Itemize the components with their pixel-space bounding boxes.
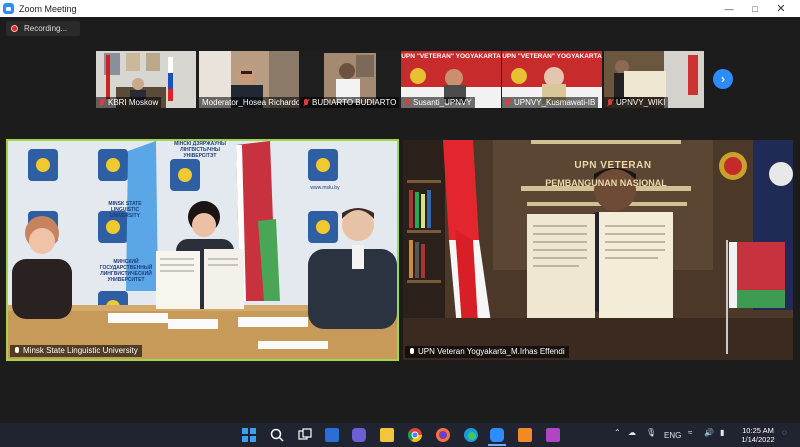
thumbnail-name-tag: UPNVY_WIKI: [604, 97, 669, 108]
video-thumbnail[interactable]: UPN "VETERAN" YOGYAKARTA Susanti_UPNVY: [401, 51, 501, 108]
clock-time: 10:25 AM: [742, 426, 774, 435]
thumbnail-name-tag: BUDIARTO BUDIARTO: [300, 97, 400, 108]
backdrop-text: www.mslu.by: [298, 185, 352, 191]
thumbnail-name-tag: Moderator_Hosea Richardo: [199, 97, 299, 108]
recording-label: Recording...: [24, 24, 68, 33]
backdrop-line: UPN VETERAN: [574, 160, 652, 171]
widgets-icon[interactable]: [325, 428, 339, 442]
purple-app-icon[interactable]: [546, 428, 560, 442]
mic-icon: [409, 348, 415, 356]
backdrop-line: МІНСКІ ДЗЯРЖАЎНЫ ЛІНГВІСТЫЧНЫ УНІВЕРСІТЭ…: [174, 141, 226, 159]
mic-muted-icon: [404, 98, 410, 107]
title-bar: Zoom Meeting — □ ✕: [0, 0, 800, 17]
thumbnail-name-tag: UPNVY_Kusmawati-IB: [502, 97, 599, 108]
thumbnail-name-tag: KBRI Moskow: [96, 97, 162, 108]
backdrop-text: PEMBANGUNAN NASIONAL: [521, 178, 691, 188]
participant-name: UPNVY_WIKI: [616, 98, 666, 107]
clock-date: 1/14/2022: [741, 435, 775, 444]
banner-text: UPN "VETERAN" YOGYAKARTA: [401, 53, 501, 60]
mic-muted-icon: [505, 98, 511, 107]
backdrop-line: МИНСКИЙ ГОСУДАРСТВЕННЫЙ ЛИНГВИСТИЧЕСКИЙ …: [99, 259, 153, 283]
video-tile-active-speaker[interactable]: MINSK STATE LINGUISTIC UNIVERSITY МІНСКІ…: [6, 139, 399, 361]
search-icon[interactable]: [270, 428, 284, 442]
mic-muted-icon: [99, 98, 105, 107]
tile-name-tag: Minsk State Linguistic University: [10, 345, 142, 357]
file-explorer-icon[interactable]: [380, 428, 394, 442]
orange-app-icon[interactable]: [518, 428, 532, 442]
teams-chat-icon[interactable]: [352, 428, 366, 442]
active-app-indicator: [488, 444, 506, 446]
battery-icon[interactable]: ▮: [720, 428, 724, 437]
cloud-icon[interactable]: ☁: [628, 428, 636, 437]
tile-name-tag: UPN Veteran Yogyakarta_M.Irhas Effendi: [405, 346, 569, 358]
backdrop-text: МІНСКІ ДЗЯРЖАЎНЫ ЛІНГВІСТЫЧНЫ УНІВЕРСІТЭ…: [168, 141, 232, 159]
backdrop-line: PEMBANGUNAN NASIONAL: [545, 178, 667, 188]
participant-name: UPNVY_Kusmawati-IB: [514, 98, 596, 107]
participant-name: KBRI Moskow: [108, 98, 159, 107]
video-thumbnail[interactable]: Moderator_Hosea Richardo: [199, 51, 299, 108]
backdrop-text: UPN VETERAN: [553, 160, 673, 171]
participant-name: Susanti_UPNVY: [413, 98, 472, 107]
backdrop-line: www.mslu.by: [310, 185, 340, 191]
language-indicator[interactable]: ENG: [664, 431, 681, 440]
mic-icon: [14, 347, 20, 355]
mic-muted-icon: [607, 98, 613, 107]
zoom-app-icon: [3, 3, 14, 14]
chevron-up-icon[interactable]: ⌃: [614, 428, 621, 437]
chevron-right-icon: ›: [721, 72, 725, 86]
microphone-icon[interactable]: 🎙: [646, 428, 656, 437]
chrome-icon[interactable]: [407, 428, 422, 442]
notifications-icon[interactable]: ◌: [782, 428, 787, 437]
banner-text: UPN "VETERAN" YOGYAKARTA: [502, 53, 602, 60]
firefox-icon[interactable]: [436, 428, 450, 442]
participant-name: UPN Veteran Yogyakarta_M.Irhas Effendi: [418, 347, 565, 356]
participant-name: Minsk State Linguistic University: [23, 346, 138, 355]
maximize-button[interactable]: □: [742, 0, 768, 17]
window-title: Zoom Meeting: [19, 3, 77, 14]
main-video-upn: [403, 140, 793, 360]
minimize-button[interactable]: —: [716, 0, 742, 17]
recording-indicator[interactable]: Recording...: [6, 21, 80, 36]
zoom-taskbar-icon[interactable]: [490, 428, 504, 442]
mic-muted-icon: [303, 98, 309, 107]
video-thumbnail[interactable]: UPN "VETERAN" YOGYAKARTA UPNVY_Kusmawati…: [502, 51, 602, 108]
volume-icon[interactable]: 🔊: [704, 428, 714, 437]
record-dot-icon: [11, 25, 18, 32]
video-tile[interactable]: UPN VETERAN PEMBANGUNAN NASIONAL UPN Vet…: [403, 140, 793, 360]
thumbnail-name-tag: Susanti_UPNVY: [401, 97, 475, 108]
main-video-minsk: [8, 141, 397, 359]
wifi-icon[interactable]: ≈: [688, 428, 692, 437]
backdrop-text: MINSK STATE LINGUISTIC UNIVERSITY: [100, 201, 150, 219]
participant-name: BUDIARTO BUDIARTO: [312, 98, 397, 107]
backdrop-line: MINSK STATE LINGUISTIC UNIVERSITY: [108, 201, 142, 219]
participant-name: Moderator_Hosea Richardo: [202, 98, 299, 107]
next-page-button[interactable]: ›: [713, 69, 733, 89]
windows-start-icon[interactable]: [242, 428, 256, 442]
video-thumbnail[interactable]: BUDIARTO BUDIARTO: [300, 51, 400, 108]
edge-icon[interactable]: [464, 428, 478, 442]
zoom-window: Zoom Meeting — □ ✕ Recording... KBRI Mos…: [0, 0, 800, 447]
close-button[interactable]: ✕: [768, 0, 794, 17]
taskbar-clock[interactable]: 10:25 AM 1/14/2022: [737, 426, 779, 444]
task-view-icon[interactable]: [298, 428, 312, 442]
video-thumbnail[interactable]: UPNVY_WIKI: [604, 51, 704, 108]
backdrop-text: МИНСКИЙ ГОСУДАРСТВЕННЫЙ ЛИНГВИСТИЧЕСКИЙ …: [96, 259, 156, 283]
video-thumbnail[interactable]: KBRI Moskow: [96, 51, 196, 108]
